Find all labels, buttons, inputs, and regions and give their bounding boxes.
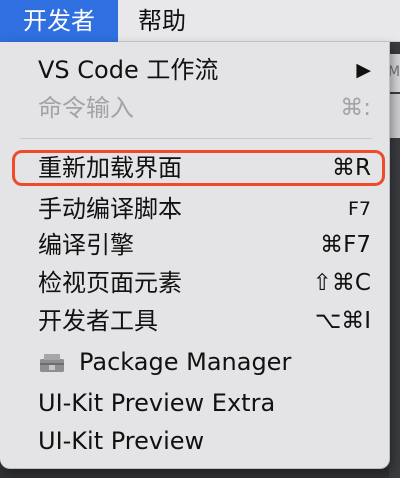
menu-separator — [20, 138, 372, 139]
developer-menu-dropdown: VS Code 工作流 ▶ 命令输入 ⌘: 重新加载界面 ⌘R 手动编译脚本 F… — [0, 42, 390, 469]
menu-item-command-input[interactable]: 命令输入 ⌘: — [0, 90, 389, 126]
menu-item-uikit-preview-extra[interactable]: UI-Kit Preview Extra — [0, 385, 389, 421]
menu-item-label: Package Manager — [79, 348, 292, 376]
menu-item-shortcut: F7 — [347, 198, 371, 220]
menu-item-label: 编译引擎 — [38, 231, 134, 259]
menu-item-compile-engine[interactable]: 编译引擎 ⌘F7 — [0, 227, 389, 263]
menu-item-developer-tools[interactable]: 开发者工具 ⌥⌘I — [0, 303, 389, 339]
submenu-arrow-icon: ▶ — [356, 59, 371, 81]
menu-item-shortcut: ⌥⌘I — [314, 308, 371, 334]
menu-item-uikit-preview[interactable]: UI-Kit Preview — [0, 423, 389, 459]
menu-item-label: 开发者工具 — [38, 307, 158, 335]
menubar: 开发者 帮助 — [0, 0, 400, 42]
background-window-edge: Ma — [388, 42, 400, 478]
menu-item-label: 重新加载界面 — [38, 154, 182, 182]
package-icon — [40, 354, 64, 372]
background-panel-tab — [389, 94, 400, 138]
menu-item-inspect-element[interactable]: 检视页面元素 ⇧⌘C — [0, 265, 389, 301]
menu-item-label: 手动编译脚本 — [38, 195, 182, 223]
menu-item-label: 命令输入 — [38, 94, 134, 122]
menubar-developer[interactable]: 开发者 — [0, 0, 118, 42]
menu-item-label: UI-Kit Preview Extra — [38, 389, 276, 417]
menu-item-package-manager[interactable]: Package Manager — [0, 344, 389, 380]
screen: 开发者 帮助 Ma VS Code 工作流 ▶ 命令输入 ⌘: 重新加载界面 ⌘… — [0, 0, 400, 478]
menu-item-shortcut: ⇧⌘C — [312, 270, 371, 296]
menu-item-shortcut: ⌘F7 — [320, 232, 371, 258]
menu-item-label: 检视页面元素 — [38, 269, 182, 297]
menu-item-label: UI-Kit Preview — [38, 427, 205, 455]
menubar-help[interactable]: 帮助 — [138, 0, 186, 42]
menu-item-label: VS Code 工作流 — [38, 56, 219, 84]
menu-item-compile-scripts[interactable]: 手动编译脚本 F7 — [0, 191, 389, 227]
menu-item-shortcut: ⌘R — [332, 155, 371, 181]
menu-item-reload-ui[interactable]: 重新加载界面 ⌘R — [0, 150, 389, 186]
menu-item-shortcut: ⌘: — [340, 95, 371, 121]
menu-item-vscode-workflow[interactable]: VS Code 工作流 ▶ — [0, 52, 389, 88]
